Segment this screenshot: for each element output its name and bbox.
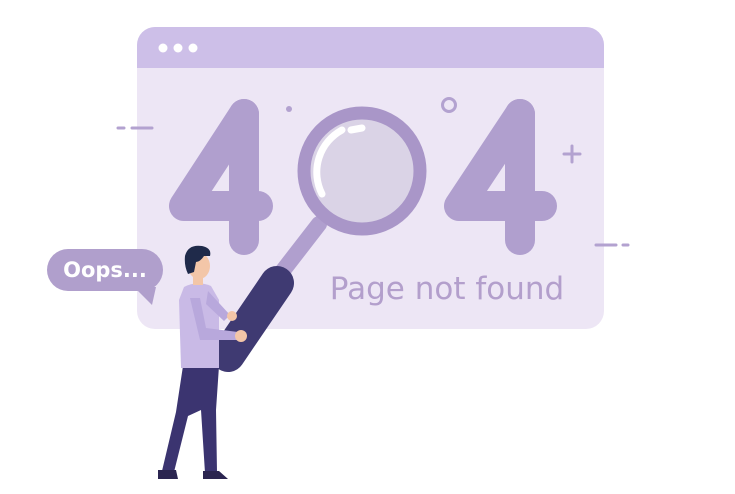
oops-text: Oops... [63, 258, 147, 282]
window-dots-icon [158, 43, 198, 53]
page-not-found-text: Page not found [330, 271, 564, 307]
error-page: Page not found Oops... [0, 0, 735, 494]
not-found-illustration: Page not found Oops... [47, 27, 630, 479]
speech-bubble: Oops... [47, 249, 163, 305]
